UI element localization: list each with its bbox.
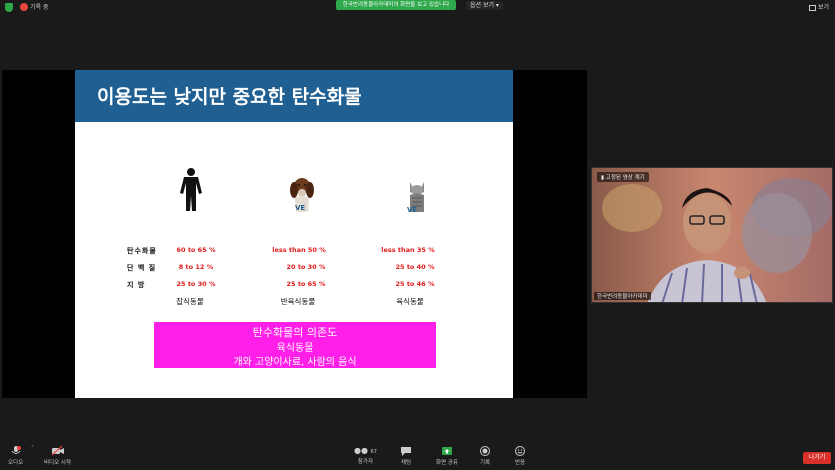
human-silhouette-icon <box>180 168 202 211</box>
value-semicarnivore-fat: 25 to 65 % <box>286 280 326 288</box>
slide-title: 이용도는 낮지만 중요한 탄수화물 <box>97 86 362 108</box>
view-button[interactable]: 보기 <box>808 2 829 11</box>
record-button[interactable]: 기록 <box>480 446 490 466</box>
reactions-label: 반응 <box>515 460 526 466</box>
slide-header: 이용도는 낮지만 중요한 탄수화물 <box>75 70 513 122</box>
audio-options-caret[interactable]: ˆ <box>31 446 34 452</box>
row-label-protein: 단 백 질 <box>127 264 157 272</box>
value-carnivore-carb: less than 35 % <box>381 246 435 254</box>
value-omnivore-carb: 60 to 65 % <box>176 246 216 254</box>
leave-meeting-button[interactable]: 나가기 <box>803 452 831 464</box>
value-omnivore-fat: 25 to 30 % <box>176 280 216 288</box>
video-button[interactable]: 비디오 시작 <box>44 446 71 466</box>
participants-count: 67 <box>370 449 377 455</box>
record-label: 기록 <box>480 460 491 466</box>
video-label: 비디오 시작 <box>44 460 72 466</box>
highlight-line-2: 육식동물 <box>276 343 314 354</box>
row-label-carbohydrate: 탄수화물 <box>127 247 157 255</box>
value-carnivore-fat: 25 to 46 % <box>395 280 435 288</box>
share-screen-label: 화면 공유 <box>436 460 458 466</box>
security-shield-icon[interactable] <box>5 3 13 12</box>
speaker-video-tile[interactable]: ▮ 고정된 영상 계기 한국반려동물아카데미 <box>591 167 833 303</box>
category-semicarnivore: 반육식동물 <box>280 297 316 306</box>
participant-name-label: 한국반려동물아카데미 <box>594 292 651 300</box>
meeting-controls-bar: 오디오 ˆ 비디오 시작 ●● 67 참가자 채팅 화면 공유 기록 반응 나가… <box>0 442 835 470</box>
svg-text:VE: VE <box>407 206 417 214</box>
svg-text:VE: VE <box>295 204 305 212</box>
highlight-line-1: 탄수화물의 의존도 <box>252 326 338 339</box>
value-semicarnivore-protein: 20 to 30 % <box>286 263 326 271</box>
value-semicarnivore-carb: less than 50 % <box>272 246 326 254</box>
reactions-button[interactable]: 반응 <box>515 446 525 466</box>
value-omnivore-protein: 8 to 12 % <box>178 263 214 271</box>
chat-label: 채팅 <box>401 460 412 466</box>
highlight-line-3: 개와 고양이사료, 사람의 음식 <box>233 357 357 368</box>
participants-icon: ●● 67 <box>354 446 377 455</box>
chevron-up-icon: ˆ <box>31 446 34 452</box>
smiley-icon <box>515 446 526 456</box>
highlight-box: 탄수화물의 의존도 육식동물 개와 고양이사료, 사람의 음식 <box>154 322 436 368</box>
category-omnivore: 잡식동물 <box>176 297 204 306</box>
presentation-slide: 이용도는 낮지만 중요한 탄수화물 VE VE 탄수화물 60 to 65 % … <box>75 70 513 398</box>
view-options-label: 옵션 보기 <box>470 2 494 9</box>
speaker-video-feed <box>592 168 832 302</box>
chat-button[interactable]: 채팅 <box>401 446 411 466</box>
recording-label: 기록 중 <box>30 4 49 11</box>
pinned-video-tag: ▮ 고정된 영상 계기 <box>597 172 649 182</box>
audio-label: 오디오 <box>8 460 24 466</box>
grid-view-icon <box>808 4 816 11</box>
participants-label: 참가자 <box>357 459 374 465</box>
row-label-fat: 지 방 <box>127 281 146 289</box>
audio-button[interactable]: 오디오 <box>8 446 23 466</box>
view-options-button[interactable]: 옵션 보기 ▾ <box>466 1 503 10</box>
cat-icon: VE <box>407 182 424 214</box>
share-screen-button[interactable]: 화면 공유 <box>436 446 458 466</box>
share-screen-icon <box>442 447 452 455</box>
view-button-label: 보기 <box>817 4 829 11</box>
video-camera-icon <box>51 446 64 456</box>
value-carnivore-protein: 25 to 40 % <box>395 263 435 271</box>
meeting-topbar: 기록 중 한국반려동물아카데미의 화면을 보고 있습니다 옵션 보기 ▾ 보기 <box>0 0 835 14</box>
recording-icon <box>20 3 28 11</box>
dog-icon: VE <box>290 178 314 212</box>
screen-share-banner: 한국반려동물아카데미의 화면을 보고 있습니다 <box>336 0 456 10</box>
category-carnivore: 육식동물 <box>396 297 424 306</box>
record-icon <box>480 446 491 456</box>
participants-button[interactable]: ●● 67 참가자 <box>354 446 377 465</box>
microphone-icon <box>11 446 21 454</box>
pinned-video-label: 고정된 영상 계기 <box>605 175 645 181</box>
chat-icon <box>401 447 412 456</box>
